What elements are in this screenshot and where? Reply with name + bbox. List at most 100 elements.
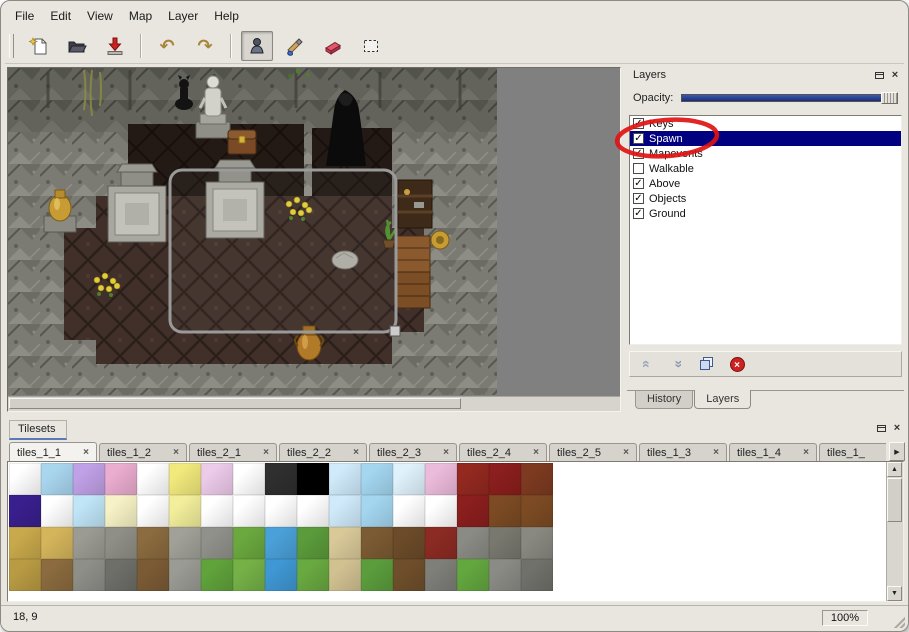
tile-0-9[interactable] — [297, 463, 329, 495]
tile-3-14[interactable] — [457, 559, 489, 591]
tile-3-0[interactable] — [9, 559, 41, 591]
tile-2-8[interactable] — [265, 527, 297, 559]
tab-close-icon[interactable]: × — [623, 448, 629, 458]
dock-tab-layers[interactable]: Layers — [694, 390, 751, 409]
layer-row-walkable[interactable]: Walkable — [630, 161, 901, 176]
layer-row-objects[interactable]: ✓Objects — [630, 191, 901, 206]
tile-3-16[interactable] — [521, 559, 553, 591]
tile-1-5[interactable] — [169, 495, 201, 527]
tile-0-8[interactable] — [265, 463, 297, 495]
tile-0-7[interactable] — [233, 463, 265, 495]
tile-0-16[interactable] — [521, 463, 553, 495]
tile-3-15[interactable] — [489, 559, 521, 591]
dock-tab-history[interactable]: History — [635, 391, 693, 409]
tile-1-14[interactable] — [457, 495, 489, 527]
tile-0-14[interactable] — [457, 463, 489, 495]
tile-2-16[interactable] — [521, 527, 553, 559]
tile-0-6[interactable] — [201, 463, 233, 495]
tab-close-icon[interactable]: × — [803, 448, 809, 458]
tile-2-4[interactable] — [137, 527, 169, 559]
tab-close-icon[interactable]: × — [713, 448, 719, 458]
vscroll-thumb[interactable] — [887, 478, 902, 522]
tile-3-2[interactable] — [73, 559, 105, 591]
paint-tool-button[interactable] — [279, 31, 311, 61]
tile-2-0[interactable] — [9, 527, 41, 559]
layer-delete-button[interactable]: × — [726, 354, 748, 374]
tileset-tab-tiles_1_4[interactable]: tiles_1_4× — [729, 443, 817, 462]
layer-row-mapevents[interactable]: ✓Mapevents — [630, 146, 901, 161]
tile-1-9[interactable] — [297, 495, 329, 527]
tile-2-12[interactable] — [393, 527, 425, 559]
tile-3-9[interactable] — [297, 559, 329, 591]
tile-1-0[interactable] — [9, 495, 41, 527]
tile-1-16[interactable] — [521, 495, 553, 527]
opacity-slider-handle[interactable] — [881, 92, 898, 104]
tile-0-10[interactable] — [329, 463, 361, 495]
layer-row-above[interactable]: ✓Above — [630, 176, 901, 191]
tileset-tab-tiles_1_2[interactable]: tiles_1_2× — [99, 443, 187, 462]
tile-3-10[interactable] — [329, 559, 361, 591]
tile-1-6[interactable] — [201, 495, 233, 527]
dock-float-button[interactable] — [872, 68, 886, 82]
tileset-tab-tiles_2_1[interactable]: tiles_2_1× — [189, 443, 277, 462]
tab-close-icon[interactable]: × — [173, 448, 179, 458]
tile-0-4[interactable] — [137, 463, 169, 495]
tile-3-12[interactable] — [393, 559, 425, 591]
tile-3-3[interactable] — [105, 559, 137, 591]
tile-0-15[interactable] — [489, 463, 521, 495]
tileset-tab-tiles_1_[interactable]: tiles_1_× — [819, 443, 886, 462]
tile-2-5[interactable] — [169, 527, 201, 559]
layer-row-spawn[interactable]: ✓Spawn — [630, 131, 901, 146]
map-canvas[interactable] — [8, 68, 497, 395]
menu-view[interactable]: View — [79, 6, 121, 26]
tile-3-11[interactable] — [361, 559, 393, 591]
tile-1-13[interactable] — [425, 495, 457, 527]
hscroll-thumb[interactable] — [9, 398, 461, 409]
tile-0-0[interactable] — [9, 463, 41, 495]
layer-checkbox-ground[interactable]: ✓ — [633, 208, 644, 219]
tile-0-13[interactable] — [425, 463, 457, 495]
tile-1-7[interactable] — [233, 495, 265, 527]
layer-checkbox-keys[interactable]: ✓ — [633, 118, 644, 129]
undo-button[interactable]: ↶ — [151, 31, 183, 61]
scroll-up-button[interactable]: ▲ — [887, 462, 902, 477]
toolbar-handle[interactable] — [9, 34, 14, 58]
tile-3-6[interactable] — [201, 559, 233, 591]
tile-2-6[interactable] — [201, 527, 233, 559]
tile-2-3[interactable] — [105, 527, 137, 559]
tab-close-icon[interactable]: × — [83, 448, 89, 458]
tab-close-icon[interactable]: × — [443, 448, 449, 458]
selection-handle[interactable] — [390, 326, 400, 336]
tab-scroll-right-button[interactable]: ▶ — [889, 442, 905, 461]
tile-0-11[interactable] — [361, 463, 393, 495]
layer-checkbox-mapevents[interactable]: ✓ — [633, 148, 644, 159]
tile-1-3[interactable] — [105, 495, 137, 527]
tab-close-icon[interactable]: × — [263, 448, 269, 458]
tile-1-2[interactable] — [73, 495, 105, 527]
tileset-tab-tiles_2_2[interactable]: tiles_2_2× — [279, 443, 367, 462]
tile-1-4[interactable] — [137, 495, 169, 527]
stamp-tool-button[interactable] — [241, 31, 273, 61]
tile-2-9[interactable] — [297, 527, 329, 559]
tile-3-13[interactable] — [425, 559, 457, 591]
save-button[interactable] — [99, 31, 131, 61]
menu-layer[interactable]: Layer — [160, 6, 206, 26]
tile-3-4[interactable] — [137, 559, 169, 591]
tileset-tab-tiles_2_3[interactable]: tiles_2_3× — [369, 443, 457, 462]
resize-grip[interactable] — [891, 614, 905, 628]
tile-2-15[interactable] — [489, 527, 521, 559]
tab-close-icon[interactable]: × — [533, 448, 539, 458]
menu-file[interactable]: File — [7, 6, 42, 26]
tile-1-15[interactable] — [489, 495, 521, 527]
tile-2-13[interactable] — [425, 527, 457, 559]
tile-2-14[interactable] — [457, 527, 489, 559]
tile-0-1[interactable] — [41, 463, 73, 495]
menu-map[interactable]: Map — [121, 6, 160, 26]
layer-checkbox-objects[interactable]: ✓ — [633, 193, 644, 204]
tile-1-11[interactable] — [361, 495, 393, 527]
tilesets-panel-title[interactable]: Tilesets — [9, 420, 67, 440]
tile-2-10[interactable] — [329, 527, 361, 559]
tileset-vertical-scrollbar[interactable]: ▲ ▼ — [886, 462, 903, 601]
menu-help[interactable]: Help — [206, 6, 247, 26]
tab-close-icon[interactable]: × — [353, 448, 359, 458]
